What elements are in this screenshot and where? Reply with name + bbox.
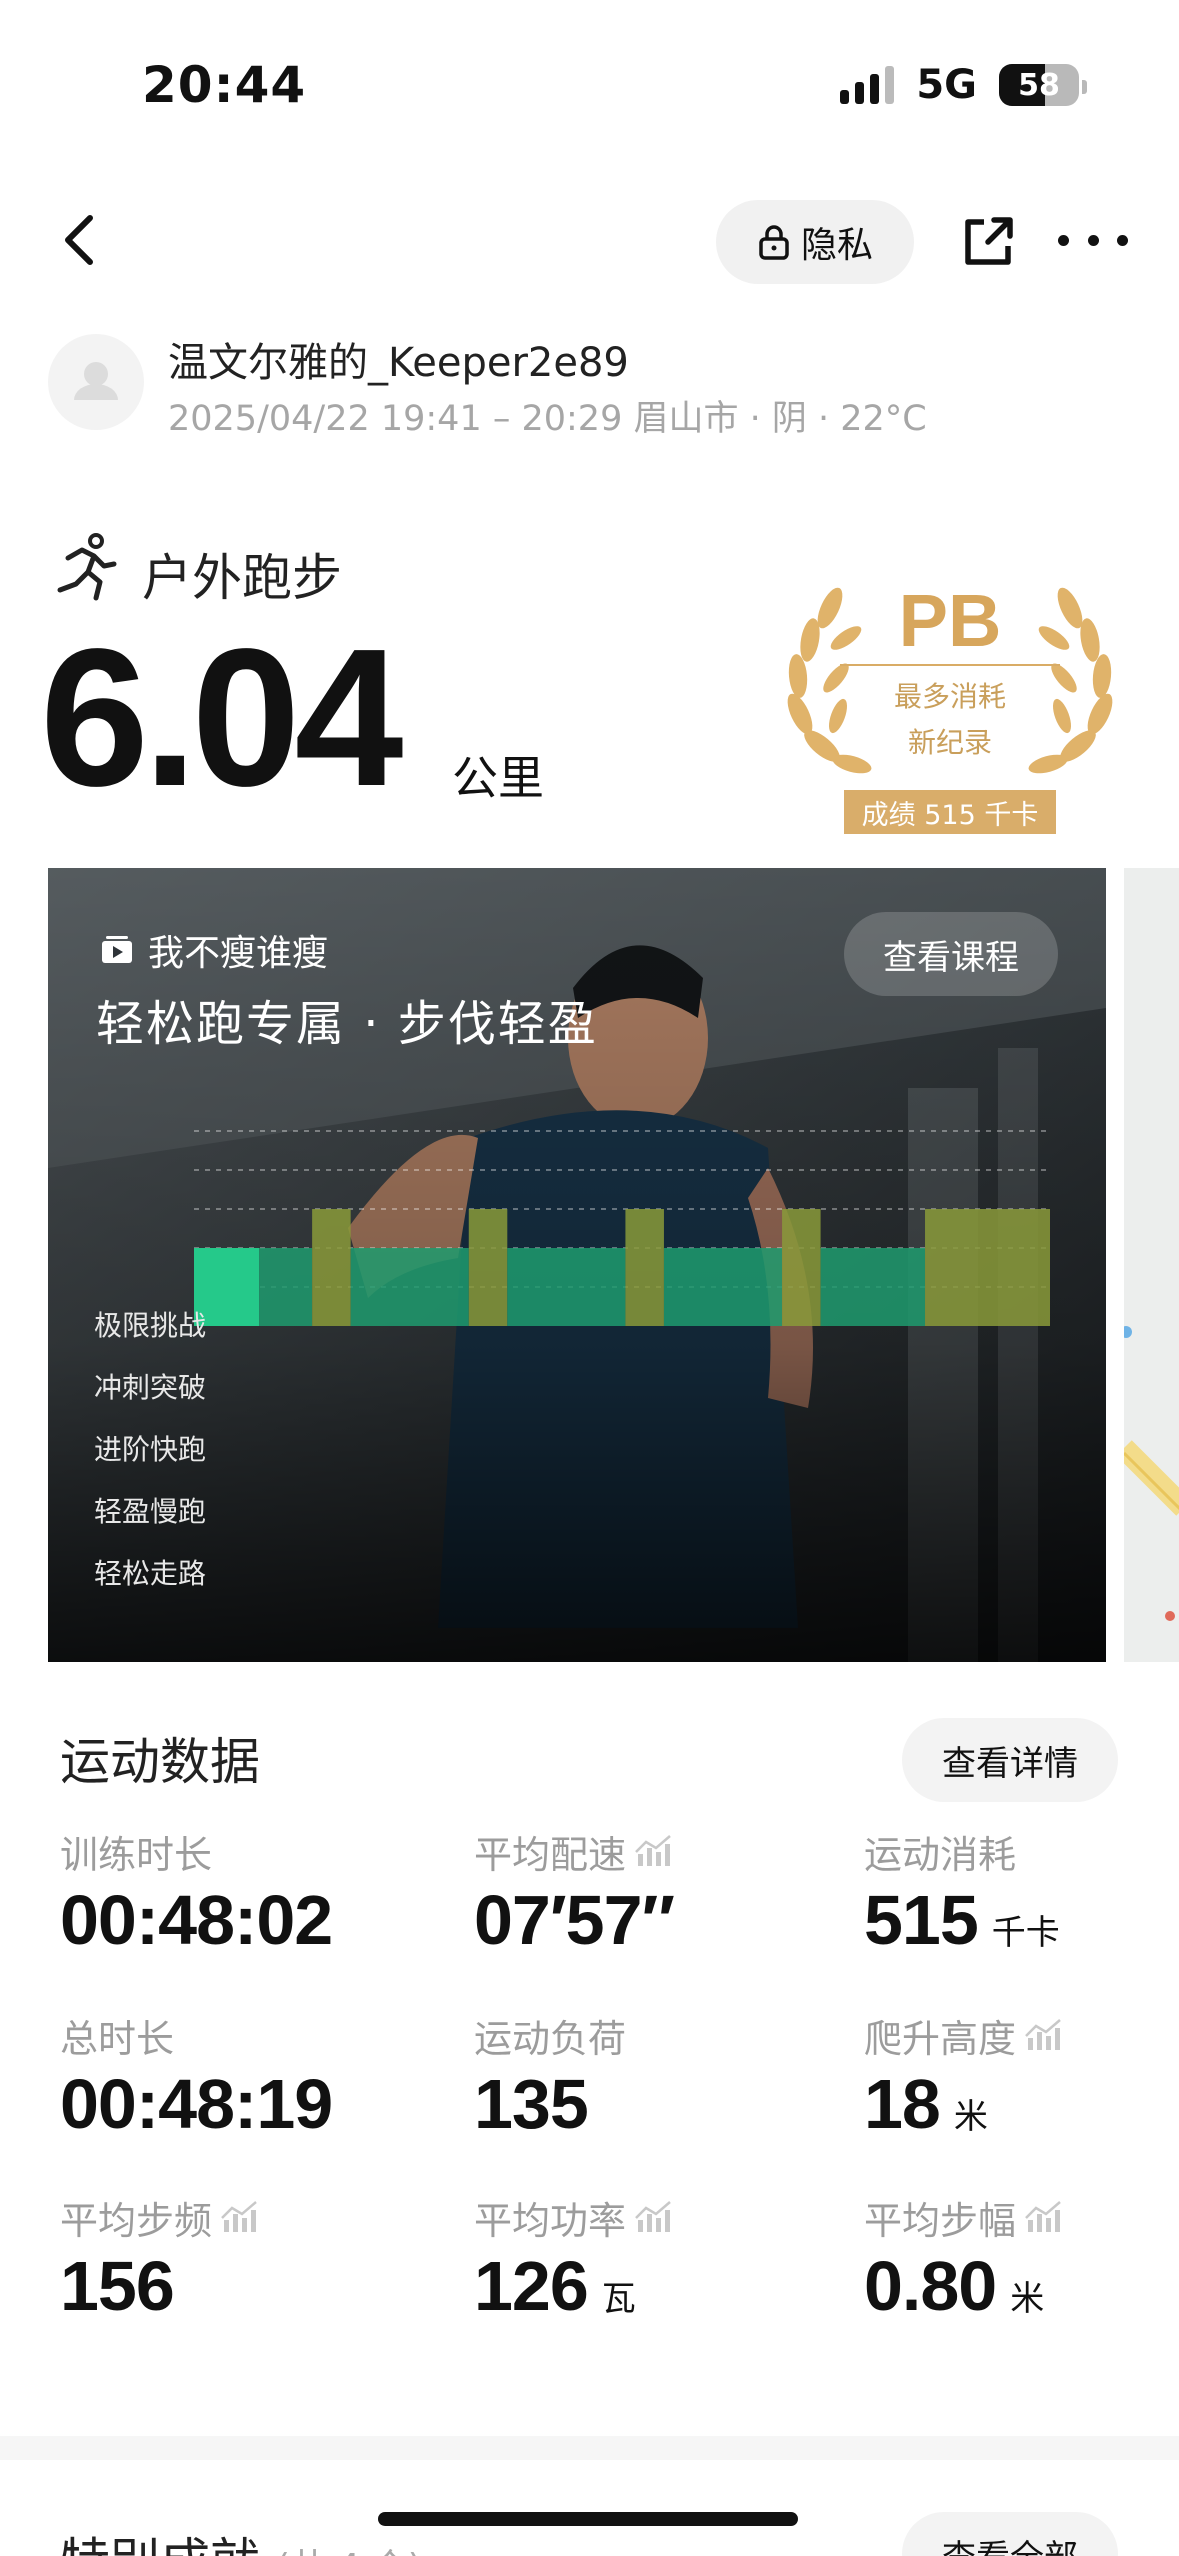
stat-unit: 千卡 bbox=[991, 1913, 1060, 1953]
pb-line2: 新纪录 bbox=[907, 726, 992, 759]
stat-value: 0.80 bbox=[864, 2247, 997, 2325]
stat-label: 运动负荷 bbox=[474, 2016, 627, 2061]
stat-label: 平均步幅 bbox=[864, 2198, 1017, 2243]
pb-title: PB bbox=[898, 579, 1002, 662]
pb-subtitle: 最多消耗 新纪录 bbox=[770, 674, 1130, 766]
zone-bar-segment bbox=[625, 1209, 664, 1326]
zone-bar-segment bbox=[468, 1209, 508, 1326]
more-options-icon[interactable] bbox=[1058, 220, 1128, 260]
trend-chart-icon bbox=[1025, 2201, 1061, 2232]
map-card-peek[interactable] bbox=[1124, 868, 1179, 1662]
stat-unit: 米 bbox=[1010, 2279, 1045, 2319]
zone-bar-segment bbox=[782, 1209, 821, 1326]
zone-bar-segment bbox=[259, 1248, 313, 1326]
view-course-button[interactable]: 查看课程 bbox=[844, 912, 1058, 996]
map-preview bbox=[1124, 868, 1179, 1662]
stat-value: 18 bbox=[864, 2065, 941, 2143]
stat-avg-pace[interactable]: 平均配速 07′57″ bbox=[474, 1826, 675, 1960]
stat-label: 平均步频 bbox=[60, 2198, 213, 2243]
video-icon bbox=[102, 936, 132, 963]
stat-value: 00:48:19 bbox=[60, 2065, 333, 2143]
back-icon[interactable] bbox=[52, 210, 112, 270]
stat-value: 07′57″ bbox=[474, 1881, 675, 1959]
stat-label: 运动消耗 bbox=[864, 1832, 1017, 1877]
stat-training-load: 运动负荷 135 bbox=[474, 2010, 626, 2144]
stat-value: 135 bbox=[474, 2065, 589, 2143]
stat-calories: 运动消耗 515 千卡 bbox=[864, 1826, 1060, 1960]
network-type: 5G bbox=[916, 62, 977, 108]
course-card[interactable]: 我不瘦谁瘦 轻松跑专属 · 步伐轻盈 查看课程 极限挑战 冲刺突破 进阶快跑 轻… bbox=[48, 868, 1106, 1662]
signal-icon bbox=[840, 66, 895, 104]
zone-bar-segment bbox=[925, 1209, 1050, 1326]
pb-line1: 最多消耗 bbox=[893, 680, 1006, 713]
stat-unit: 米 bbox=[953, 2097, 988, 2137]
zone-label-walk: 轻松走路 bbox=[94, 1557, 207, 1590]
zone-bar-segment bbox=[820, 1248, 926, 1326]
stat-value: 515 bbox=[864, 1881, 979, 1959]
course-title: 轻松跑专属 · 步伐轻盈 bbox=[96, 996, 598, 1052]
stat-label: 爬升高度 bbox=[864, 2016, 1017, 2061]
stat-value: 156 bbox=[60, 2247, 175, 2325]
avatar[interactable] bbox=[48, 334, 144, 430]
stat-avg-stride[interactable]: 平均步幅 0.80 米 bbox=[864, 2192, 1062, 2326]
distance-value: 6.04 bbox=[40, 608, 403, 827]
zone-label-sprint: 冲刺突破 bbox=[94, 1371, 207, 1404]
trend-chart-icon bbox=[221, 2201, 257, 2232]
home-indicator bbox=[378, 2512, 798, 2526]
view-all-button[interactable]: 查看全部 bbox=[902, 2512, 1118, 2556]
section-title-data: 运动数据 bbox=[60, 1733, 260, 1791]
privacy-label: 隐私 bbox=[800, 225, 873, 266]
zone-bar-segment bbox=[312, 1209, 351, 1326]
battery-icon: 58 bbox=[999, 64, 1079, 106]
stat-unit: 瓦 bbox=[601, 2279, 636, 2319]
battery-tip bbox=[1082, 80, 1087, 94]
zone-label-extreme: 极限挑战 bbox=[94, 1309, 207, 1342]
stat-avg-cadence[interactable]: 平均步频 156 bbox=[60, 2192, 258, 2326]
trend-chart-icon bbox=[635, 1835, 671, 1866]
stat-label: 总时长 bbox=[60, 2016, 175, 2061]
share-icon[interactable] bbox=[958, 212, 1018, 272]
section-title-achievements: 特别成就 (共 4 个) bbox=[60, 2522, 422, 2556]
status-icons: 5G 58 bbox=[840, 62, 1079, 108]
course-brand: 我不瘦谁瘦 bbox=[100, 924, 328, 976]
running-icon bbox=[57, 533, 117, 601]
status-time: 20:44 bbox=[142, 56, 307, 114]
activity-meta: 2025/04/22 19:41 – 20:29 眉山市 · 阴 · 22°C bbox=[168, 399, 927, 439]
trend-chart-icon bbox=[1025, 2019, 1061, 2050]
pb-divider bbox=[840, 664, 1060, 666]
stat-value: 00:48:02 bbox=[60, 1881, 333, 1959]
course-brand-label: 我不瘦谁瘦 bbox=[148, 933, 329, 974]
zone-label-jog: 轻盈慢跑 bbox=[94, 1495, 207, 1528]
section-divider bbox=[0, 2436, 1179, 2460]
view-details-button[interactable]: 查看详情 bbox=[902, 1718, 1118, 1802]
lock-icon bbox=[759, 225, 789, 260]
stat-label: 训练时长 bbox=[60, 1832, 213, 1877]
zone-bar-segment bbox=[663, 1248, 783, 1326]
zone-bar-segment bbox=[507, 1248, 626, 1326]
zone-bar-segment bbox=[350, 1248, 469, 1326]
privacy-button[interactable]: 隐私 bbox=[716, 200, 914, 284]
stat-elevation-gain[interactable]: 爬升高度 18 米 bbox=[864, 2010, 1062, 2144]
pb-score: 成绩 515 千卡 bbox=[844, 790, 1056, 834]
stat-label: 平均功率 bbox=[474, 2198, 627, 2243]
distance-unit: 公里 bbox=[452, 751, 544, 805]
stat-value: 126 bbox=[474, 2247, 589, 2325]
trend-chart-icon bbox=[635, 2201, 671, 2232]
user-avatar-icon bbox=[74, 362, 118, 400]
achievements-title: 特别成就 bbox=[60, 2533, 260, 2556]
battery-percent: 58 bbox=[1018, 67, 1060, 103]
stat-training-duration: 训练时长 00:48:02 bbox=[60, 1826, 333, 1960]
zone-label-advanced: 进阶快跑 bbox=[94, 1433, 207, 1466]
stat-total-duration: 总时长 00:48:19 bbox=[60, 2010, 333, 2144]
activity-type: 户外跑步 bbox=[142, 549, 342, 607]
username[interactable]: 温文尔雅的_Keeper2e89 bbox=[168, 330, 629, 388]
stat-label: 平均配速 bbox=[474, 1832, 627, 1877]
stat-avg-power[interactable]: 平均功率 126 瓦 bbox=[474, 2192, 672, 2326]
achievements-count: (共 4 个) bbox=[276, 2547, 422, 2556]
pb-badge[interactable]: PB 最多消耗 新纪录 成绩 515 千卡 bbox=[770, 568, 1130, 838]
